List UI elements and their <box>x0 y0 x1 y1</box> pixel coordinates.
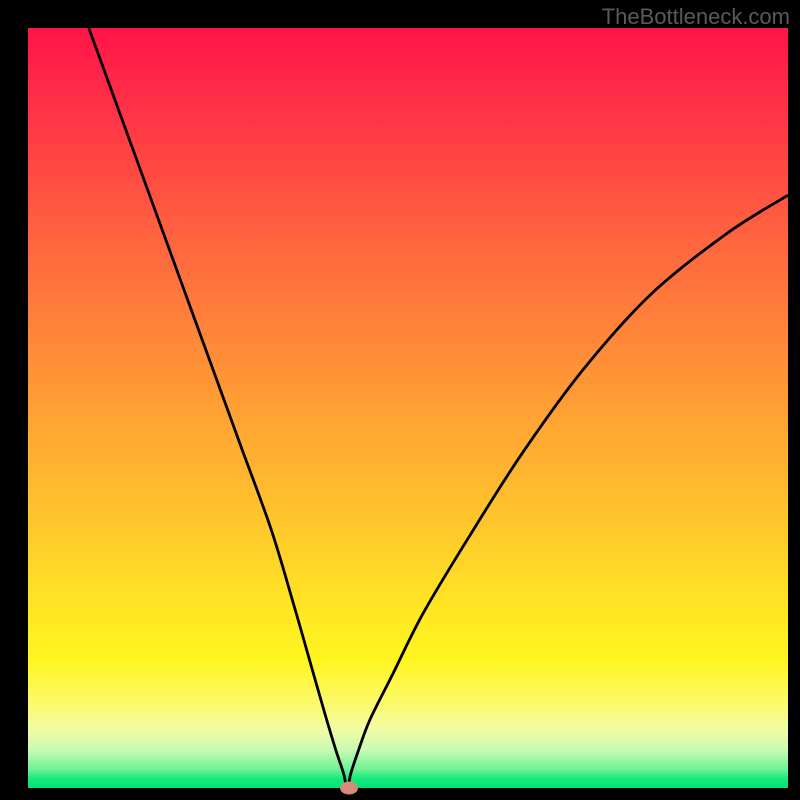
chart-plot-area <box>28 28 788 788</box>
bottleneck-curve <box>89 28 788 788</box>
optimal-point-marker <box>340 782 358 795</box>
curve-svg <box>28 28 788 788</box>
watermark-text: TheBottleneck.com <box>602 4 790 30</box>
